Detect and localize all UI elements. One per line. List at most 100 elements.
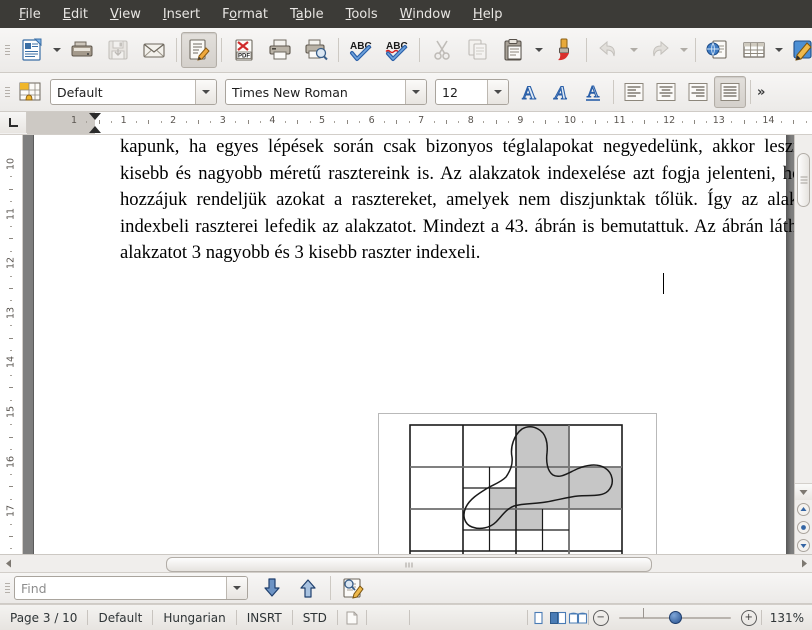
undo-icon[interactable]	[591, 32, 627, 68]
status-page-style[interactable]: Default	[88, 611, 152, 625]
draw-functions-icon[interactable]	[786, 32, 812, 68]
ruler-tick	[408, 121, 410, 123]
clone-formatting-icon[interactable]	[546, 32, 582, 68]
font-size-dropdown-icon[interactable]	[487, 80, 508, 104]
document-canvas[interactable]: kapunk, ha egyes lépések során csak bizo…	[23, 135, 794, 554]
save-icon[interactable]	[100, 32, 136, 68]
edit-mode-icon[interactable]	[181, 32, 217, 68]
navigation-icon[interactable]	[795, 518, 812, 536]
menu-item-tools[interactable]: Tools	[335, 4, 389, 25]
font-name-dropdown-icon[interactable]	[405, 80, 426, 104]
find-history-dropdown-icon[interactable]	[226, 577, 247, 599]
paste-dropdown-icon[interactable]	[532, 35, 546, 65]
find-next-icon[interactable]	[254, 570, 290, 606]
status-language[interactable]: Hungarian	[153, 611, 235, 625]
italic-icon[interactable]: A	[545, 76, 577, 108]
ruler-label: 17	[5, 505, 17, 518]
underline-icon[interactable]: A	[577, 76, 609, 108]
paste-icon[interactable]	[496, 32, 532, 68]
open-icon[interactable]	[64, 32, 100, 68]
toolbar-grip[interactable]	[3, 575, 12, 601]
table-icon[interactable]	[736, 32, 772, 68]
next-page-icon[interactable]	[795, 536, 812, 554]
status-page[interactable]: Page 3 / 10	[0, 611, 87, 625]
paragraph-top[interactable]: kapunk, ha egyes lépések során csak bizo…	[120, 135, 794, 267]
menu-item-view[interactable]: View	[99, 4, 152, 25]
horizontal-scrollbar-thumb[interactable]	[166, 557, 652, 572]
undo-dropdown-icon[interactable]	[627, 35, 641, 65]
menu-item-table[interactable]: Table	[279, 4, 335, 25]
cut-icon[interactable]	[424, 32, 460, 68]
styles-icon[interactable]	[14, 76, 46, 108]
zoom-out-button[interactable]: −	[589, 609, 613, 626]
scroll-right-icon[interactable]	[796, 559, 812, 568]
horizontal-scrollbar[interactable]	[0, 554, 812, 572]
find-combo[interactable]	[14, 576, 248, 600]
font-size-combo[interactable]: 12	[435, 79, 509, 105]
toolbar-grip[interactable]	[3, 37, 12, 63]
paragraph-style-combo[interactable]: Default	[50, 79, 217, 105]
find-previous-icon[interactable]	[290, 570, 326, 606]
font-name-combo[interactable]: Times New Roman	[225, 79, 427, 105]
left-indent-marker[interactable]	[89, 126, 101, 133]
print-preview-icon[interactable]	[298, 32, 334, 68]
horizontal-ruler[interactable]: 1 1 2 3 4 5 6 7 8 9 10 11 12 13 14	[27, 112, 812, 134]
bold-icon[interactable]: A	[513, 76, 545, 108]
align-center-icon[interactable]	[650, 76, 682, 108]
toolbar-overflow-icon[interactable]: »	[757, 85, 765, 100]
menu-item-format[interactable]: Format	[211, 4, 279, 25]
redo-dropdown-icon[interactable]	[677, 35, 691, 65]
align-left-icon[interactable]	[618, 76, 650, 108]
multi-page-view-icon[interactable]	[548, 611, 568, 625]
hyperlink-icon[interactable]	[700, 32, 736, 68]
menu-item-insert[interactable]: Insert	[152, 4, 211, 25]
justify-icon[interactable]	[714, 76, 746, 108]
vertical-ruler[interactable]: 10 11 12 13 14 15 16 17	[0, 135, 23, 554]
toolbar-separator	[338, 38, 339, 62]
find-and-replace-icon[interactable]	[335, 570, 371, 606]
scroll-left-icon[interactable]	[0, 559, 16, 568]
zoom-level[interactable]: 131%	[762, 611, 812, 625]
paragraph-style-dropdown-icon[interactable]	[195, 80, 216, 104]
vertical-scrollbar[interactable]	[794, 135, 812, 554]
toolbar-grip[interactable]	[3, 79, 12, 105]
autospellcheck-icon[interactable]: ABC	[379, 32, 415, 68]
status-selection-mode[interactable]: STD	[293, 611, 337, 625]
menu-item-window[interactable]: Window	[389, 4, 462, 25]
status-insert-mode[interactable]: INSRT	[237, 611, 292, 625]
unmodified-document-icon[interactable]	[338, 611, 366, 625]
export-pdf-icon[interactable]: PDF	[226, 32, 262, 68]
scroll-down-icon[interactable]	[795, 483, 812, 500]
print-icon[interactable]	[262, 32, 298, 68]
menu-item-edit[interactable]: Edit	[52, 4, 99, 25]
redo-icon[interactable]	[641, 32, 677, 68]
zoom-slider[interactable]	[618, 607, 731, 625]
first-line-indent-marker[interactable]	[89, 113, 101, 120]
align-right-icon[interactable]	[682, 76, 714, 108]
zoom-slider-knob[interactable]	[668, 611, 682, 624]
ruler-tick	[10, 350, 12, 351]
copy-icon[interactable]	[460, 32, 496, 68]
single-page-view-icon[interactable]	[528, 611, 548, 625]
horizontal-scrollbar-track[interactable]	[16, 557, 796, 572]
spelling-icon[interactable]: ABC	[343, 32, 379, 68]
search-input[interactable]	[15, 577, 226, 599]
menu-item-file[interactable]: FFileile	[8, 4, 52, 25]
new-document-icon[interactable]	[14, 32, 50, 68]
book-view-icon[interactable]	[568, 611, 588, 625]
quadtree-raster-diagram[interactable]	[378, 413, 657, 554]
zoom-in-button[interactable]: +	[737, 609, 761, 626]
table-dropdown-icon[interactable]	[772, 35, 786, 65]
email-icon[interactable]	[136, 32, 172, 68]
tab-stop-selector[interactable]	[0, 112, 27, 133]
new-dropdown-icon[interactable]	[50, 35, 64, 65]
ruler-tick	[98, 120, 100, 124]
vertical-scrollbar-thumb[interactable]	[797, 153, 810, 207]
ruler-label: 8	[467, 115, 474, 126]
document-page[interactable]: kapunk, ha egyes lépések során csak bizo…	[33, 135, 794, 554]
menu-item-help[interactable]: Help	[462, 4, 514, 25]
vertical-scrollbar-track[interactable]	[795, 135, 812, 483]
ruler-tick	[632, 121, 633, 123]
previous-page-icon[interactable]	[795, 500, 812, 518]
formatting-toolbar: Default Times New Roman 12 A A A »	[0, 73, 812, 112]
